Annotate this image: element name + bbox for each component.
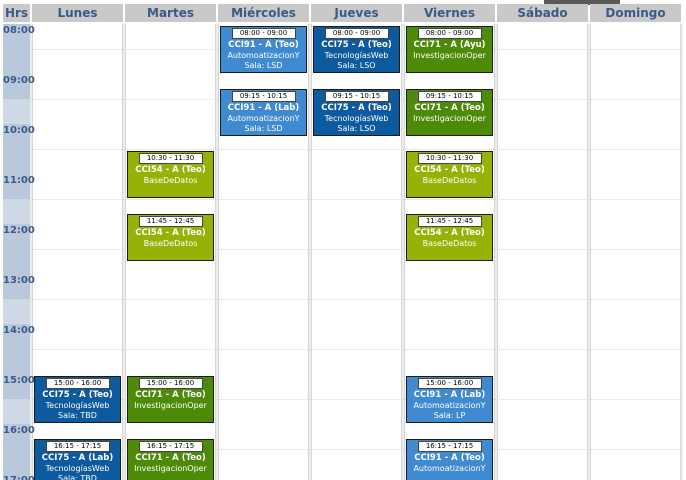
schedule-event[interactable]: 11:45 - 12:45 CCI54 - A (Teo) BaseDeDatos: [127, 213, 214, 261]
hour-label: 09:00: [3, 75, 35, 86]
event-room: Sala: TBD: [58, 473, 97, 480]
day-header-miercoles: Miércoles: [218, 4, 309, 22]
event-course-code: CCI75 - A (Teo): [42, 390, 113, 400]
event-subject: TecnologíasWeb: [324, 113, 389, 123]
event-course-code: CCI71 - A (Teo): [414, 102, 485, 113]
day-column-sábado[interactable]: [497, 24, 588, 480]
schedule-event[interactable]: 11:45 - 12:45 CCI54 - A (Teo) BaseDeDatos: [406, 213, 493, 261]
event-course-code: CCI75 - A (Teo): [321, 40, 392, 50]
weekly-schedule-grid: Hrs Lunes Martes Miércoles Jueves Vierne…: [0, 0, 686, 480]
schedule-event[interactable]: 09:15 - 10:15 CCI71 - A (Teo) Investigacio…: [406, 88, 493, 136]
event-subject: InvestigacionOper: [134, 401, 207, 410]
day-header-jueves: Jueves: [311, 4, 402, 22]
event-time: 15:00 - 16:00: [45, 378, 110, 389]
event-time: 09:15 - 10:15: [417, 90, 482, 102]
schedule-event[interactable]: 15:00 - 16:00 CCI71 - A (Teo) Investigacio…: [127, 376, 214, 423]
hour-label: 13:00: [3, 275, 35, 286]
event-course-code: CCI75 - A (Lab): [41, 452, 114, 463]
half-hour-line: [32, 149, 682, 150]
event-course-code: CCI71 - A (Ayu): [413, 40, 486, 50]
hour-label: 11:00: [3, 175, 35, 186]
event-time: 15:00 - 16:00: [138, 378, 203, 389]
event-subject: BaseDeDatos: [422, 176, 477, 185]
hour-label: 16:00: [3, 425, 35, 436]
schedule-event[interactable]: 16:15 - 17:15 CCI71 - A (Teo) Investigacio…: [127, 438, 214, 480]
day-header-lunes: Lunes: [32, 4, 123, 22]
event-course-code: CCI71 - A (Teo): [135, 390, 206, 400]
schedule-event[interactable]: 08:00 - 09:00 CCI91 - A (Teo) Automoatizac…: [220, 26, 307, 73]
event-time: 16:15 - 17:15: [417, 440, 482, 452]
event-time: 16:15 - 17:15: [138, 440, 203, 452]
event-course-code: CCI54 - A (Teo): [135, 227, 206, 238]
schedule-event[interactable]: 10:30 - 11:30 CCI54 - A (Teo) BaseDeDatos: [127, 151, 214, 198]
day-header-martes: Martes: [125, 4, 216, 22]
schedule-event[interactable]: 10:30 - 11:30 CCI54 - A (Teo) BaseDeDatos: [406, 151, 493, 198]
event-course-code: CCI75 - A (Teo): [321, 102, 392, 113]
hour-label: 17:00: [3, 475, 35, 480]
event-course-code: CCI54 - A (Teo): [414, 227, 485, 238]
event-course-code: CCI91 - A (Teo): [228, 40, 299, 50]
event-time: 09:15 - 10:15: [324, 90, 389, 102]
hour-label: 14:00: [3, 325, 35, 336]
event-course-code: CCI91 - A (Lab): [227, 102, 300, 113]
schedule-event[interactable]: 16:15 - 17:15 CCI75 - A (Lab) TecnologíasW…: [34, 438, 121, 480]
half-hour-line: [32, 199, 682, 200]
event-subject: AutomoatizacionY: [413, 463, 486, 473]
event-course-code: CCI91 - A (Lab): [413, 390, 486, 400]
hour-label: 08:00: [3, 25, 35, 36]
event-subject: TecnologíasWeb: [45, 463, 110, 473]
event-time: 16:15 - 17:15: [45, 440, 110, 452]
event-room: Sala: LSO: [337, 123, 376, 133]
day-header-domingo: Domingo: [590, 4, 681, 22]
day-column-domingo[interactable]: [590, 24, 681, 480]
event-time: 11:45 - 12:45: [138, 215, 203, 227]
event-subject: TecnologíasWeb: [45, 401, 110, 410]
event-time: 15:00 - 16:00: [417, 378, 482, 389]
event-time: 08:00 - 09:00: [324, 28, 389, 39]
event-subject: InvestigacionOper: [413, 113, 486, 123]
hours-header: Hrs: [3, 4, 30, 22]
event-room: Sala: LP: [433, 411, 466, 420]
event-subject: BaseDeDatos: [143, 176, 198, 185]
schedule-event[interactable]: 08:00 - 09:00 CCI75 - A (Teo) TecnologíasW…: [313, 26, 400, 73]
day-header-sabado: Sábado: [497, 4, 588, 22]
event-room: Sala: TBD: [58, 411, 97, 420]
hour-label: 15:00: [3, 375, 35, 386]
event-course-code: CCI91 - A (Teo): [414, 452, 485, 463]
column-gutter: [681, 24, 683, 480]
event-time: 10:30 - 11:30: [138, 153, 203, 164]
schedule-event[interactable]: 15:00 - 16:00 CCI75 - A (Teo) TecnologíasW…: [34, 376, 121, 423]
event-subject: AutomoatizacionY: [227, 51, 300, 60]
event-subject: InvestigacionOper: [413, 51, 486, 60]
event-course-code: CCI54 - A (Teo): [414, 165, 485, 175]
day-header-viernes: Viernes: [404, 4, 495, 22]
event-subject: AutomoatizacionY: [227, 113, 300, 123]
event-course-code: CCI54 - A (Teo): [135, 165, 206, 175]
schedule-event[interactable]: 08:00 - 09:00 CCI71 - A (Ayu) Investigacio…: [406, 26, 493, 73]
event-subject: InvestigacionOper: [134, 463, 207, 473]
schedule-event[interactable]: 09:15 - 10:15 CCI91 - A (Lab) Automoatizac…: [220, 88, 307, 136]
event-time: 11:45 - 12:45: [417, 215, 482, 227]
event-time: 08:00 - 09:00: [417, 28, 482, 39]
event-time: 08:00 - 09:00: [231, 28, 296, 39]
schedule-event[interactable]: 15:00 - 16:00 CCI91 - A (Lab) Automoatizac…: [406, 376, 493, 423]
event-subject: BaseDeDatos: [422, 238, 477, 248]
hour-label: 12:00: [3, 225, 35, 236]
event-room: Sala: LSD: [244, 123, 283, 133]
event-room: Sala: LSO: [337, 61, 376, 70]
event-time: 09:15 - 10:15: [231, 90, 296, 102]
half-hour-line: [32, 349, 682, 350]
event-subject: BaseDeDatos: [143, 238, 198, 248]
event-subject: TecnologíasWeb: [324, 51, 389, 60]
event-time: 10:30 - 11:30: [417, 153, 482, 164]
schedule-event[interactable]: 16:15 - 17:15 CCI91 - A (Teo) Automoatizac…: [406, 438, 493, 480]
hour-label: 10:00: [3, 125, 35, 136]
half-hour-line: [32, 299, 682, 300]
event-subject: AutomoatizacionY: [413, 401, 486, 410]
schedule-event[interactable]: 09:15 - 10:15 CCI75 - A (Teo) TecnologíasW…: [313, 88, 400, 136]
event-room: Sala: LSD: [244, 61, 283, 70]
event-course-code: CCI71 - A (Teo): [135, 452, 206, 463]
